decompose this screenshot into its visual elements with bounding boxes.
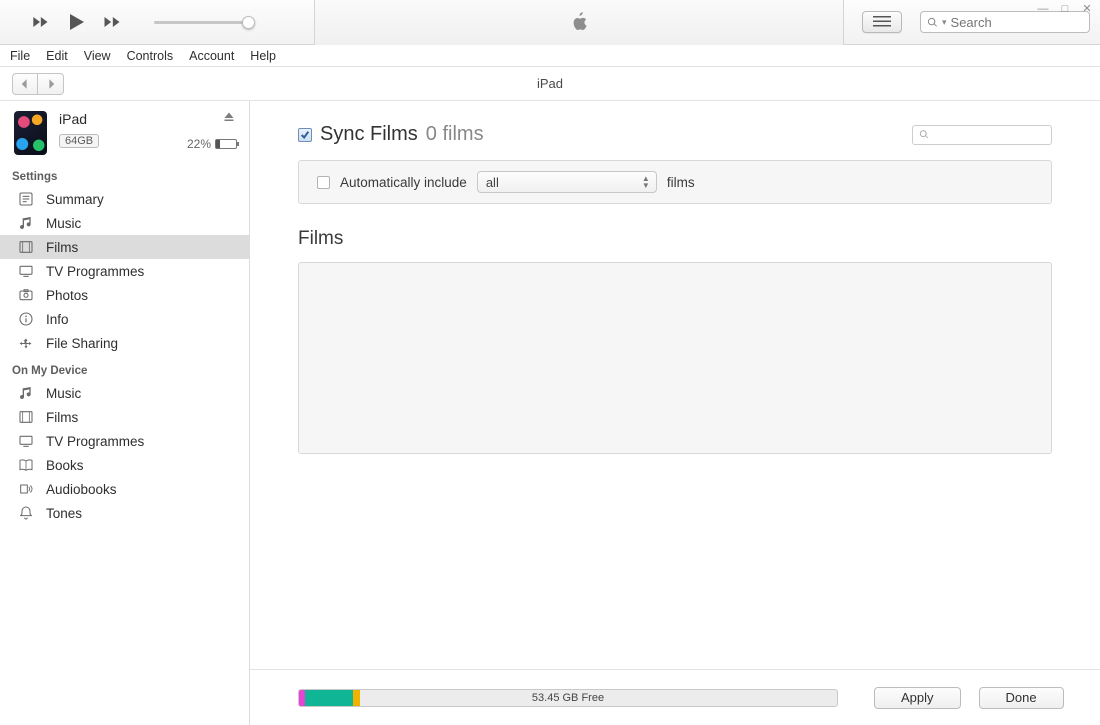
- sidebar-item-label: Music: [46, 386, 81, 401]
- sidebar-item-label: File Sharing: [46, 336, 118, 351]
- sidebar-item-music[interactable]: Music: [0, 211, 249, 235]
- sidebar-item-device-audiobooks[interactable]: Audiobooks: [0, 477, 249, 501]
- device-name: iPad: [59, 111, 237, 127]
- auto-include-row: Automatically include all ▲▼ films: [298, 160, 1052, 204]
- sidebar-item-photos[interactable]: Photos: [0, 283, 249, 307]
- sync-films-checkbox[interactable]: [298, 128, 312, 142]
- sidebar-section-settings: Settings: [0, 161, 249, 187]
- audiobooks-icon: [18, 481, 34, 497]
- sidebar-item-label: TV Programmes: [46, 264, 144, 279]
- sidebar-item-label: Books: [46, 458, 84, 473]
- storage-free-label: 53.45 GB Free: [299, 692, 837, 704]
- sidebar-item-label: Photos: [46, 288, 88, 303]
- music-icon: [18, 215, 34, 231]
- sidebar-item-label: Music: [46, 216, 81, 231]
- lcd-display: [314, 0, 844, 45]
- search-icon: [927, 17, 938, 28]
- tv-icon: [18, 263, 34, 279]
- volume-slider[interactable]: [154, 21, 254, 24]
- films-heading: Films: [298, 228, 1052, 250]
- window-controls: — □ ✕: [1036, 2, 1094, 16]
- search-field[interactable]: [951, 15, 1083, 30]
- eject-icon[interactable]: [223, 111, 235, 123]
- sidebar-item-device-films[interactable]: Films: [0, 405, 249, 429]
- sidebar-item-label: Audiobooks: [46, 482, 117, 497]
- tv-icon: [18, 433, 34, 449]
- sidebar-item-label: Summary: [46, 192, 104, 207]
- photos-icon: [18, 287, 34, 303]
- device-header[interactable]: iPad 64GB 22%: [0, 101, 249, 161]
- sidebar-item-label: Tones: [46, 506, 82, 521]
- auto-include-selected: all: [486, 175, 499, 190]
- music-icon: [18, 385, 34, 401]
- back-button[interactable]: [12, 73, 38, 95]
- sidebar-item-label: Films: [46, 410, 78, 425]
- next-track-icon[interactable]: [102, 12, 122, 32]
- films-icon: [18, 409, 34, 425]
- auto-include-suffix: films: [667, 175, 695, 190]
- sidebar: iPad 64GB 22% Settings Summary Music: [0, 101, 250, 725]
- auto-include-checkbox[interactable]: [317, 176, 330, 189]
- done-button[interactable]: Done: [979, 687, 1064, 709]
- main-pane: Sync Films 0 films Automatically include…: [250, 101, 1100, 725]
- search-icon: [919, 129, 929, 140]
- films-icon: [18, 239, 34, 255]
- forward-button[interactable]: [38, 73, 64, 95]
- device-thumbnail-icon: [14, 111, 47, 155]
- menu-controls[interactable]: Controls: [127, 49, 174, 63]
- page-title: iPad: [537, 76, 563, 91]
- films-search-field[interactable]: [929, 128, 1045, 142]
- auto-include-dropdown[interactable]: all ▲▼: [477, 171, 657, 193]
- sidebar-item-label: Info: [46, 312, 69, 327]
- menu-file[interactable]: File: [10, 49, 30, 63]
- sync-films-title: Sync Films: [320, 123, 418, 146]
- apps-icon: [18, 335, 34, 351]
- sidebar-item-summary[interactable]: Summary: [0, 187, 249, 211]
- battery-percent: 22%: [187, 137, 211, 151]
- info-icon: [18, 311, 34, 327]
- sidebar-item-device-music[interactable]: Music: [0, 381, 249, 405]
- films-list[interactable]: [298, 262, 1052, 454]
- sidebar-item-device-tones[interactable]: Tones: [0, 501, 249, 525]
- view-list-button[interactable]: [862, 11, 902, 33]
- footer-bar: 53.45 GB Free Apply Done: [250, 669, 1100, 725]
- menu-bar: File Edit View Controls Account Help: [0, 45, 1100, 67]
- tones-icon: [18, 505, 34, 521]
- sidebar-item-file-sharing[interactable]: File Sharing: [0, 331, 249, 355]
- sidebar-item-films[interactable]: Films: [0, 235, 249, 259]
- auto-include-label: Automatically include: [340, 175, 467, 190]
- close-button[interactable]: ✕: [1080, 2, 1094, 16]
- menu-help[interactable]: Help: [250, 49, 276, 63]
- menu-view[interactable]: View: [84, 49, 111, 63]
- play-icon[interactable]: [64, 10, 88, 34]
- sync-films-count: 0 films: [426, 123, 484, 146]
- films-search-input[interactable]: [912, 125, 1052, 145]
- sidebar-item-device-tv[interactable]: TV Programmes: [0, 429, 249, 453]
- battery-icon: [215, 139, 237, 149]
- player-bar: ▾: [0, 0, 1100, 45]
- menu-edit[interactable]: Edit: [46, 49, 68, 63]
- sidebar-item-info[interactable]: Info: [0, 307, 249, 331]
- maximize-button[interactable]: □: [1058, 2, 1072, 16]
- previous-track-icon[interactable]: [30, 12, 50, 32]
- sidebar-item-label: Films: [46, 240, 78, 255]
- apply-button[interactable]: Apply: [874, 687, 961, 709]
- capacity-badge: 64GB: [59, 134, 99, 148]
- sidebar-section-on-device: On My Device: [0, 355, 249, 381]
- menu-account[interactable]: Account: [189, 49, 234, 63]
- search-scope-chevron-icon[interactable]: ▾: [942, 17, 947, 28]
- summary-icon: [18, 191, 34, 207]
- sidebar-item-device-books[interactable]: Books: [0, 453, 249, 477]
- location-bar: iPad: [0, 67, 1100, 101]
- sidebar-item-tv[interactable]: TV Programmes: [0, 259, 249, 283]
- apple-logo-icon: [568, 11, 590, 33]
- minimize-button[interactable]: —: [1036, 2, 1050, 16]
- storage-usage-bar[interactable]: 53.45 GB Free: [298, 689, 838, 707]
- sidebar-item-label: TV Programmes: [46, 434, 144, 449]
- books-icon: [18, 457, 34, 473]
- chevron-updown-icon: ▲▼: [642, 175, 650, 189]
